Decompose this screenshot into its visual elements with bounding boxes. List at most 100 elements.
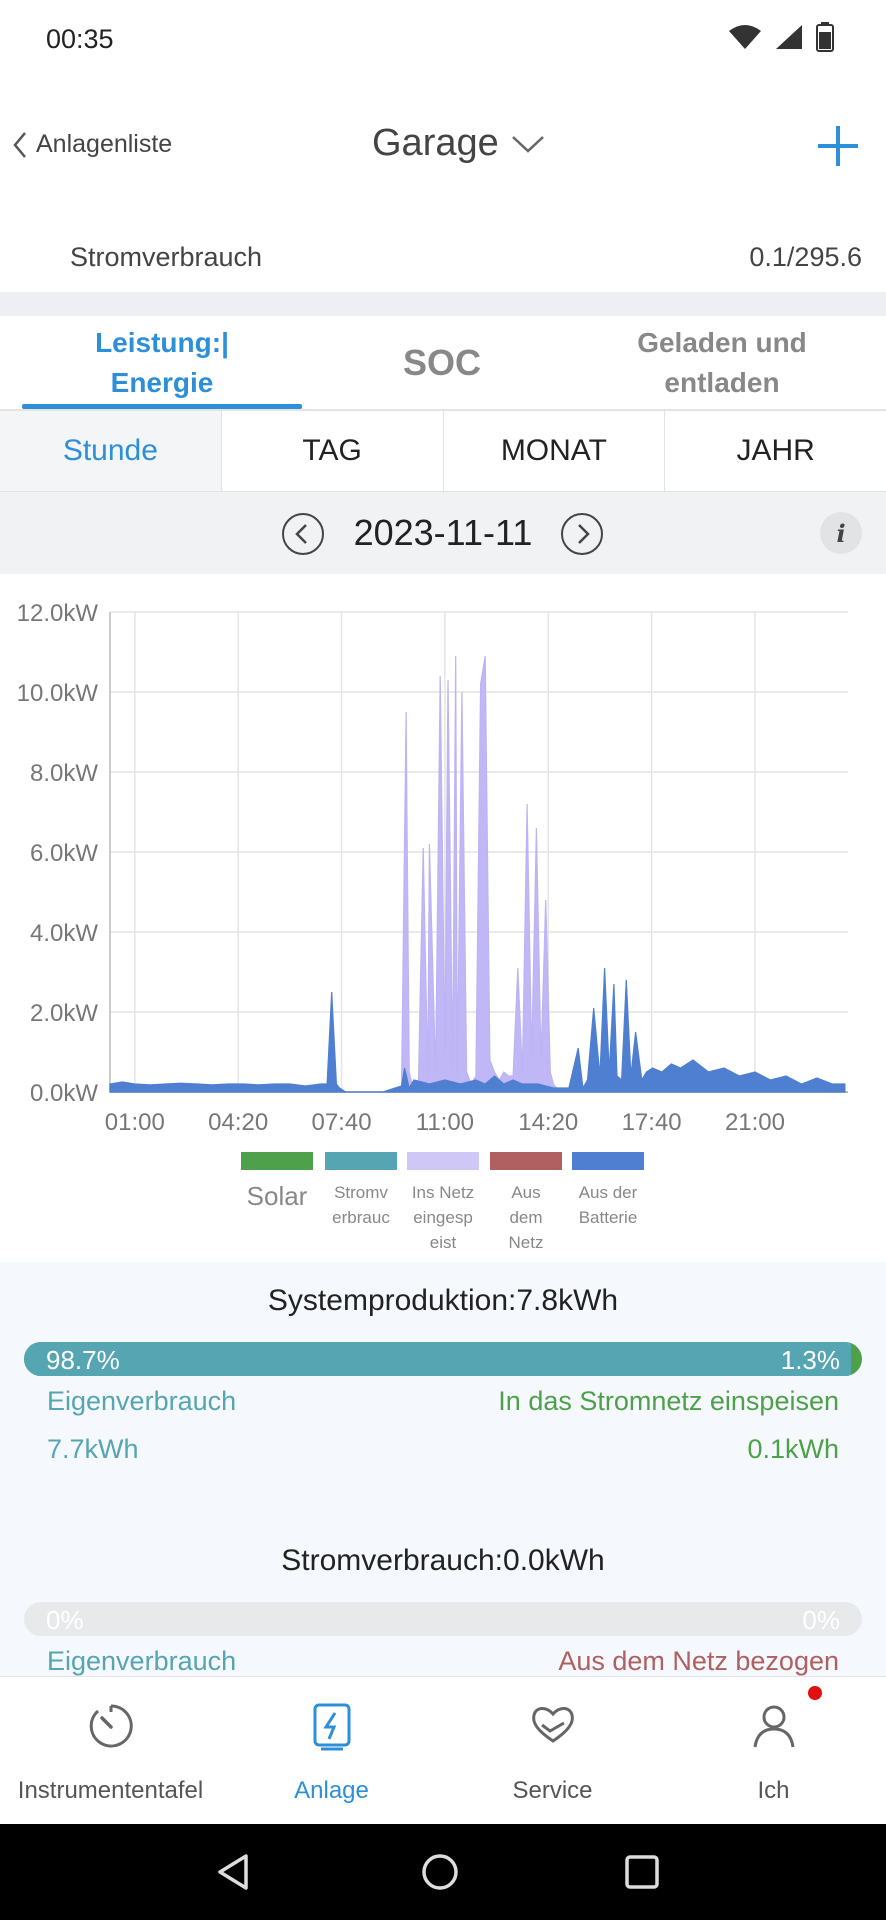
tab-energy-line1: Leistung:| (95, 327, 229, 358)
x-tick-label: 04:20 (208, 1109, 268, 1136)
back-triangle-icon[interactable] (214, 1852, 254, 1892)
nav-service-label: Service (512, 1777, 593, 1804)
app-header: Anlagenliste Garage (0, 100, 886, 196)
back-button[interactable]: Anlagenliste (12, 130, 172, 159)
plant-icon (313, 1703, 351, 1751)
y-tick-label: 6.0kW (30, 840, 98, 867)
back-label: Anlagenliste (36, 130, 173, 158)
bottom-navigation: Instrumententafel Anlage Service Ich (0, 1676, 886, 1824)
consumption-value: 0.1/295.6 (749, 242, 862, 272)
x-tick-label: 14:20 (518, 1109, 578, 1136)
tab-energy-line2: Energie (110, 367, 214, 398)
x-tick-label: 17:40 (622, 1109, 682, 1136)
legend-feed-in-swatch (407, 1152, 479, 1170)
app-root: 00:35 Anlagenliste Garage Stromverbrauch… (0, 0, 886, 1920)
tab-charged[interactable]: Geladen und entladen (582, 316, 862, 410)
y-tick-label: 10.0kW (17, 680, 99, 707)
power-chart-svg: 0.0kW 2.0kW 4.0kW 6.0kW 8.0kW 10.0kW 12.0kW 01:… (17, 600, 848, 1136)
period-year[interactable]: JAHR (665, 411, 886, 491)
recents-square-icon[interactable] (622, 1852, 662, 1892)
consumption-right-label: Aus dem Netz bezogen (558, 1646, 839, 1676)
add-icon[interactable] (814, 122, 862, 170)
legend-consumption: Stromv erbrauc (325, 1152, 397, 1230)
consumption-bar: 0% 0% (24, 1602, 862, 1636)
consumption-pct-right: 0% (802, 1605, 840, 1635)
person-icon (753, 1705, 795, 1748)
nav-me-label: Ich (757, 1777, 790, 1804)
y-tick-label: 4.0kW (30, 920, 98, 947)
tab-energy[interactable]: Leistung:| Energie (22, 316, 302, 410)
nav-me[interactable]: Ich (663, 1677, 884, 1825)
legend-grid-l3: Netz (508, 1233, 544, 1252)
series-area-feed-in (400, 655, 561, 1095)
status-icons (728, 22, 834, 52)
legend-battery-l2: Batterie (578, 1208, 638, 1227)
period-hour[interactable]: Stunde (0, 411, 222, 491)
consumption-label: Stromverbrauch (70, 242, 263, 272)
heart-hand-icon (532, 1707, 574, 1743)
y-tick-label: 0.0kW (30, 1080, 98, 1107)
system-right-value: 0.1kWh (747, 1434, 839, 1464)
period-day[interactable]: TAG (221, 411, 444, 491)
stats-panel: Systemproduktion:7.8kWh 98.7% 1.3% Eigen… (0, 1262, 886, 1682)
chevron-left-icon (13, 131, 26, 158)
legend-consumption-l2: erbrauc (332, 1208, 390, 1227)
y-tick-label: 8.0kW (30, 760, 98, 787)
legend-battery-l1: Aus der (578, 1183, 638, 1202)
nav-plant[interactable]: Anlage (221, 1677, 442, 1825)
battery-icon (816, 22, 834, 52)
date-navigator: 2023-11-11 i (0, 492, 886, 574)
system-left-value: 7.7kWh (47, 1434, 139, 1464)
legend-feed-in-l1: Ins Netz (411, 1183, 475, 1202)
legend-battery: Aus der Batterie (572, 1152, 644, 1230)
legend-grid-swatch (490, 1152, 562, 1170)
consumption-summary: Stromverbrauch 0.1/295.6 (0, 220, 886, 292)
wifi-icon (729, 25, 761, 49)
chart-legend: Solar Stromv erbrauc Ins Netz eingesp eist … (0, 1152, 886, 1262)
legend-feed-in-l3: eist (429, 1233, 457, 1252)
system-navigation-bar (0, 1824, 886, 1920)
nav-service[interactable]: Service (442, 1677, 663, 1825)
system-pct-left: 98.7% (46, 1345, 120, 1375)
y-tick-label: 12.0kW (17, 600, 99, 627)
legend-consumption-swatch (325, 1152, 397, 1170)
legend-grid: Aus dem Netz (490, 1152, 562, 1255)
tab-soc-label: SOC (402, 342, 481, 383)
chevron-down-icon (511, 135, 544, 153)
notification-dot (808, 1686, 822, 1700)
section-divider (0, 292, 886, 316)
x-tick-label: 11:00 (416, 1109, 474, 1136)
status-bar: 00:35 (0, 0, 886, 80)
system-production-title: Systemproduktion:7.8kWh (267, 1284, 619, 1317)
period-selector: Stunde TAG MONAT JAHR (0, 410, 886, 492)
plant-selector[interactable]: Garage (372, 122, 545, 165)
legend-feed-in: Ins Netz eingesp eist (407, 1152, 479, 1255)
home-circle-icon[interactable] (420, 1852, 460, 1892)
next-date-icon[interactable] (560, 512, 604, 556)
x-tick-label: 01:00 (105, 1109, 165, 1136)
system-pct-right: 1.3% (780, 1345, 840, 1375)
tab-soc[interactable]: SOC (302, 316, 582, 410)
system-production-bar: 98.7% 1.3% (24, 1342, 862, 1376)
consumption-left-label: Eigenverbrauch (47, 1646, 237, 1676)
legend-feed-in-l2: eingesp (413, 1208, 473, 1227)
tab-charged-line2: entladen (664, 367, 780, 398)
system-right-label: In das Stromnetz einspeisen (498, 1386, 839, 1416)
nav-plant-label: Anlage (294, 1777, 369, 1804)
x-tick-label: 21:00 (725, 1109, 785, 1136)
status-time: 00:35 (46, 24, 114, 54)
period-month[interactable]: MONAT (443, 411, 666, 491)
chart-type-tabs: Leistung:| Energie SOC Geladen und entlade… (0, 316, 886, 410)
tab-charged-line1: Geladen und (637, 327, 807, 358)
legend-solar-label: Solar (246, 1181, 308, 1211)
selected-date: 2023-11-11 (353, 512, 533, 553)
active-tab-indicator (22, 404, 302, 409)
legend-solar: Solar (241, 1152, 313, 1209)
nav-dashboard[interactable]: Instrumententafel (0, 1677, 221, 1825)
legend-consumption-l1: Stromv (334, 1183, 388, 1202)
x-tick-label: 07:40 (311, 1109, 371, 1136)
info-icon[interactable]: i (820, 512, 862, 554)
legend-solar-swatch (241, 1152, 313, 1170)
gauge-icon (89, 1704, 133, 1748)
y-tick-label: 2.0kW (30, 1000, 98, 1027)
